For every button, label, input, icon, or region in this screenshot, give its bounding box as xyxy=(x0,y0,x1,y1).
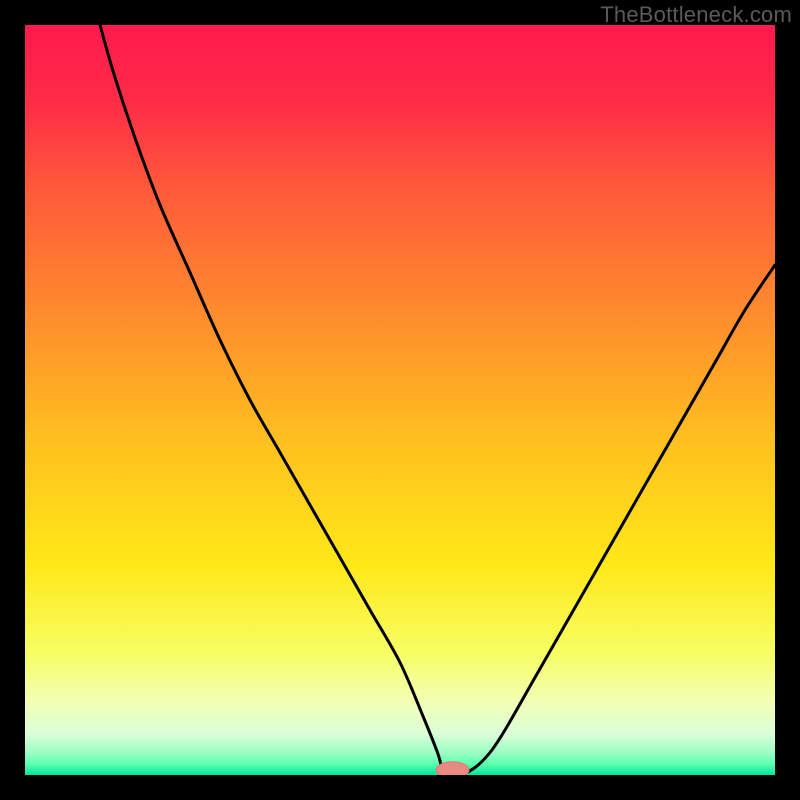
watermark-text: TheBottleneck.com xyxy=(600,2,792,28)
chart-frame: TheBottleneck.com xyxy=(0,0,800,800)
plot-area xyxy=(25,25,775,775)
chart-svg xyxy=(25,25,775,775)
optimal-marker xyxy=(436,762,469,775)
